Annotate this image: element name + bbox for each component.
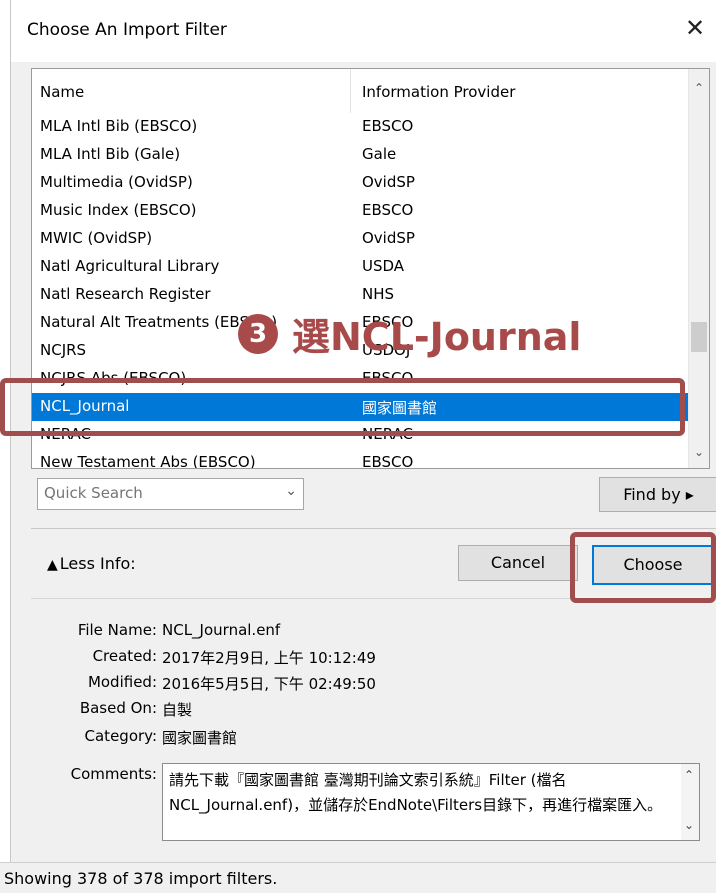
row-name: Natl Agricultural Library <box>40 257 220 275</box>
less-info-label: Less Info: <box>59 554 136 573</box>
divider <box>31 528 716 529</box>
row-provider: NHS <box>362 285 395 303</box>
scroll-down-icon[interactable]: ⌄ <box>684 818 694 832</box>
info-based-on: Based On: 自製 <box>31 699 716 725</box>
row-provider: USDA <box>362 257 405 275</box>
row-provider: EBSCO <box>362 201 414 219</box>
row-name: MWIC (OvidSP) <box>40 229 153 247</box>
step-annotation-text: 選NCL-Journal <box>292 315 582 359</box>
status-text: Showing 378 of 378 import filters. <box>4 869 278 888</box>
info-category: Category: 國家圖書館 <box>31 727 716 753</box>
row-name: MLA Intl Bib (Gale) <box>40 145 181 163</box>
info-file-name: File Name: NCL_Journal.enf <box>31 621 716 647</box>
list-header: Name Information Provider <box>32 69 688 113</box>
step-number-badge: 3 <box>238 313 278 354</box>
less-info-toggle[interactable]: ▲ Less Info: <box>47 554 136 573</box>
file-name-label: File Name: <box>77 621 157 639</box>
window-title: Choose An Import Filter <box>27 20 227 40</box>
scroll-down-icon[interactable]: ⌄ <box>689 445 709 465</box>
info-created: Created: 2017年2月9日, 上午 10:12:49 <box>31 647 716 673</box>
row-provider: OvidSP <box>362 173 415 191</box>
file-name-value: NCL_Journal.enf <box>162 621 281 639</box>
highlight-box-choose <box>570 532 716 603</box>
list-scrollbar[interactable]: ⌃ ⌄ <box>688 69 709 468</box>
category-label: Category: <box>84 727 157 745</box>
find-by-button[interactable]: Find by ▸ <box>599 477 716 512</box>
chevron-down-icon[interactable]: ⌄ <box>285 483 297 499</box>
modified-value: 2016年5月5日, 下午 02:49:50 <box>162 675 376 693</box>
info-modified: Modified: 2016年5月5日, 下午 02:49:50 <box>31 673 716 699</box>
row-provider: EBSCO <box>362 453 414 469</box>
collapse-arrow-icon: ▲ <box>47 557 58 573</box>
row-provider: Gale <box>362 145 397 163</box>
row-name: Natl Research Register <box>40 285 211 303</box>
list-row[interactable]: Music Index (EBSCO) EBSCO <box>32 197 688 225</box>
column-header-provider[interactable]: Information Provider <box>362 69 515 113</box>
close-button[interactable]: ✕ <box>677 10 713 46</box>
row-provider: EBSCO <box>362 117 414 135</box>
row-name: New Testament Abs (EBSCO) <box>40 453 256 469</box>
row-name: NCJRS <box>40 341 87 359</box>
comments-textbox[interactable]: 請先下載『國家圖書館 臺灣期刊論文索引系統』Filter (檔名NCL_Jour… <box>162 763 700 841</box>
scroll-up-icon[interactable]: ⌃ <box>689 81 709 101</box>
status-bar: Showing 378 of 378 import filters. <box>0 862 716 893</box>
comments-label: Comments: <box>70 765 157 783</box>
row-provider: OvidSP <box>362 229 415 247</box>
based-on-value: 自製 <box>162 701 193 719</box>
list-row[interactable]: Natl Agricultural Library USDA <box>32 253 688 281</box>
import-filter-dialog: Choose An Import Filter ✕ Name Informati… <box>10 0 716 892</box>
quick-search-field[interactable]: ⌄ <box>37 478 304 510</box>
filter-info-panel: File Name: NCL_Journal.enf Created: 2017… <box>31 598 716 847</box>
column-header-name[interactable]: Name <box>40 69 351 113</box>
modified-label: Modified: <box>87 673 157 691</box>
row-name: Music Index (EBSCO) <box>40 201 197 219</box>
quick-search-input[interactable] <box>38 479 275 507</box>
created-label: Created: <box>92 647 157 665</box>
comments-scrollbar[interactable]: ⌃ ⌄ <box>681 764 699 840</box>
cancel-button[interactable]: Cancel <box>458 545 578 581</box>
scroll-up-icon[interactable]: ⌃ <box>684 768 694 782</box>
comments-text: 請先下載『國家圖書館 臺灣期刊論文索引系統』Filter (檔名NCL_Jour… <box>169 771 663 814</box>
row-name: MLA Intl Bib (EBSCO) <box>40 117 198 135</box>
title-bar: Choose An Import Filter ✕ <box>11 0 716 62</box>
row-name: Multimedia (OvidSP) <box>40 173 193 191</box>
category-value: 國家圖書館 <box>162 729 238 747</box>
list-row[interactable]: Multimedia (OvidSP) OvidSP <box>32 169 688 197</box>
list-row[interactable]: New Testament Abs (EBSCO) EBSCO <box>32 449 688 469</box>
based-on-label: Based On: <box>79 699 157 717</box>
scroll-thumb[interactable] <box>691 322 707 352</box>
list-row[interactable]: MWIC (OvidSP) OvidSP <box>32 225 688 253</box>
created-value: 2017年2月9日, 上午 10:12:49 <box>162 649 376 667</box>
highlight-box-selection <box>0 378 685 436</box>
list-row[interactable]: MLA Intl Bib (EBSCO) EBSCO <box>32 113 688 141</box>
step-annotation: 3 選NCL-Journal <box>238 306 581 361</box>
list-row[interactable]: Natl Research Register NHS <box>32 281 688 309</box>
list-row[interactable]: MLA Intl Bib (Gale) Gale <box>32 141 688 169</box>
